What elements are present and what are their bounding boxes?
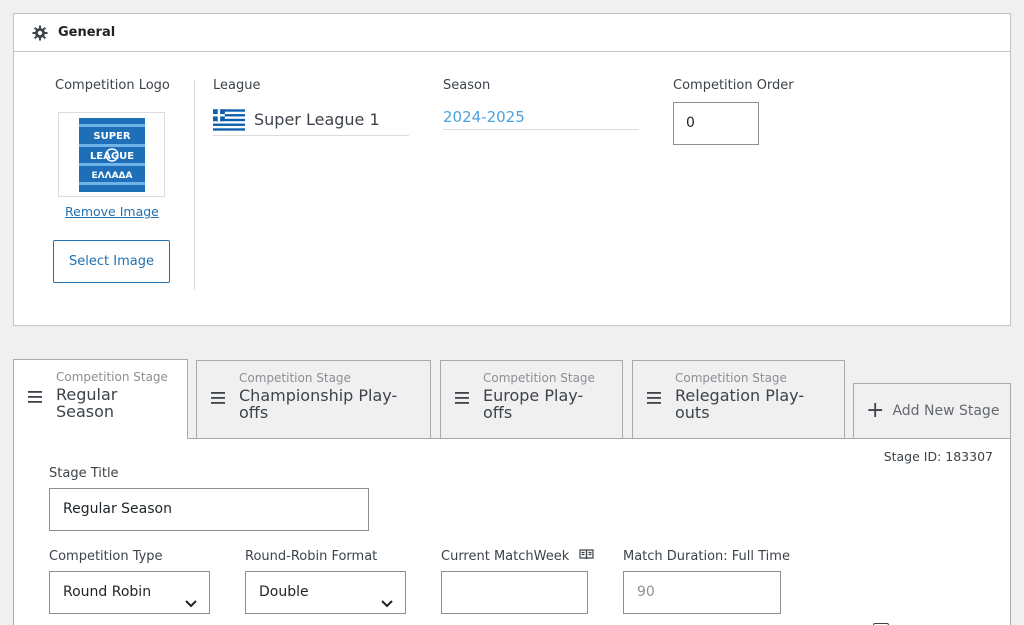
tab-subtitle: Competition Stage bbox=[239, 371, 351, 385]
tab-championship-playoffs[interactable]: Competition Stage Championship Play- off… bbox=[196, 360, 431, 438]
tab-title-line1: Regular bbox=[56, 385, 118, 404]
greece-flag-icon bbox=[213, 108, 245, 131]
tab-subtitle: Competition Stage bbox=[675, 371, 787, 385]
chevron-down-icon bbox=[380, 586, 394, 608]
drag-handle-icon[interactable] bbox=[455, 389, 469, 404]
tab-relegation-playouts[interactable]: Competition Stage Relegation Play- outs bbox=[632, 360, 845, 438]
drag-handle-icon[interactable] bbox=[647, 389, 661, 404]
competition-logo: SUPER LEAGUE ΕΛΛΑΔΑ bbox=[58, 112, 165, 197]
round-robin-format-value: Double bbox=[259, 584, 309, 600]
tab-title: Relegation Play- outs bbox=[675, 387, 804, 421]
competition-order-label: Competition Order bbox=[673, 78, 794, 93]
current-matchweek-input[interactable] bbox=[441, 571, 588, 614]
stage-panel: Stage ID: 183307 Stage Title Regular Sea… bbox=[13, 438, 1011, 625]
league-value: Super League 1 bbox=[254, 110, 380, 129]
tab-regular-season[interactable]: Competition Stage Regular Season bbox=[13, 359, 188, 439]
book-icon[interactable] bbox=[579, 549, 594, 564]
current-matchweek-label: Current MatchWeek bbox=[441, 549, 594, 564]
general-panel: General Competition Logo SUPER LEAGUE ΕΛ… bbox=[13, 13, 1011, 326]
tab-title-line2: Season bbox=[56, 402, 115, 421]
vertical-divider bbox=[194, 80, 195, 290]
tab-subtitle: Competition Stage bbox=[483, 371, 595, 385]
stage-id: Stage ID: 183307 bbox=[883, 449, 993, 464]
current-matchweek-label-text: Current MatchWeek bbox=[441, 549, 570, 564]
round-robin-format-label: Round-Robin Format bbox=[245, 549, 378, 564]
season-label: Season bbox=[443, 78, 491, 93]
plus-icon: + bbox=[866, 398, 885, 423]
tab-europe-playoffs[interactable]: Competition Stage Europe Play- offs bbox=[440, 360, 623, 438]
round-robin-format-select[interactable]: Double bbox=[245, 571, 406, 614]
logo-column: Competition Logo SUPER LEAGUE ΕΛΛΑΔΑ Rem… bbox=[14, 52, 194, 292]
tab-title-line2: offs bbox=[239, 403, 269, 422]
tab-title: Regular Season bbox=[56, 386, 117, 420]
competition-type-value: Round Robin bbox=[63, 584, 152, 600]
tab-title: Championship Play- offs bbox=[239, 387, 397, 421]
season-select[interactable]: 2024-2025 bbox=[443, 104, 639, 130]
competition-type-select[interactable]: Round Robin bbox=[49, 571, 210, 614]
chevron-down-icon bbox=[184, 586, 198, 608]
stage-title-label: Stage Title bbox=[49, 466, 119, 481]
league-label: League bbox=[213, 78, 261, 93]
match-duration-input[interactable]: 90 bbox=[623, 571, 781, 614]
add-new-stage-button[interactable]: + Add New Stage bbox=[853, 383, 1011, 438]
match-duration-label: Match Duration: Full Time bbox=[623, 549, 790, 564]
competition-type-label: Competition Type bbox=[49, 549, 163, 564]
stage-title-input[interactable]: Regular Season bbox=[49, 488, 369, 531]
svg-text:LEAGUE: LEAGUE bbox=[89, 151, 133, 162]
tab-title-line1: Europe Play- bbox=[483, 386, 584, 405]
remove-image-link[interactable]: Remove Image bbox=[65, 204, 159, 219]
tab-title-line2: outs bbox=[675, 403, 710, 422]
tab-title: Europe Play- offs bbox=[483, 387, 583, 421]
general-title: General bbox=[58, 25, 116, 40]
logo-label: Competition Logo bbox=[55, 78, 170, 93]
gear-icon bbox=[32, 25, 48, 41]
tab-subtitle: Competition Stage bbox=[56, 370, 168, 384]
select-image-button[interactable]: Select Image bbox=[53, 240, 170, 283]
drag-handle-icon[interactable] bbox=[211, 389, 225, 404]
tab-title-line1: Relegation Play- bbox=[675, 386, 805, 405]
league-select[interactable]: Super League 1 bbox=[213, 104, 409, 136]
svg-text:SUPER: SUPER bbox=[93, 131, 130, 142]
add-new-stage-label: Add New Stage bbox=[892, 403, 1000, 419]
competition-order-input[interactable]: 0 bbox=[673, 102, 759, 145]
drag-handle-icon[interactable] bbox=[28, 388, 42, 403]
svg-text:ΕΛΛΑΔΑ: ΕΛΛΑΔΑ bbox=[91, 171, 132, 181]
tab-title-line1: Championship Play- bbox=[239, 386, 398, 405]
tab-title-line2: offs bbox=[483, 403, 513, 422]
general-panel-header: General bbox=[14, 14, 1010, 52]
